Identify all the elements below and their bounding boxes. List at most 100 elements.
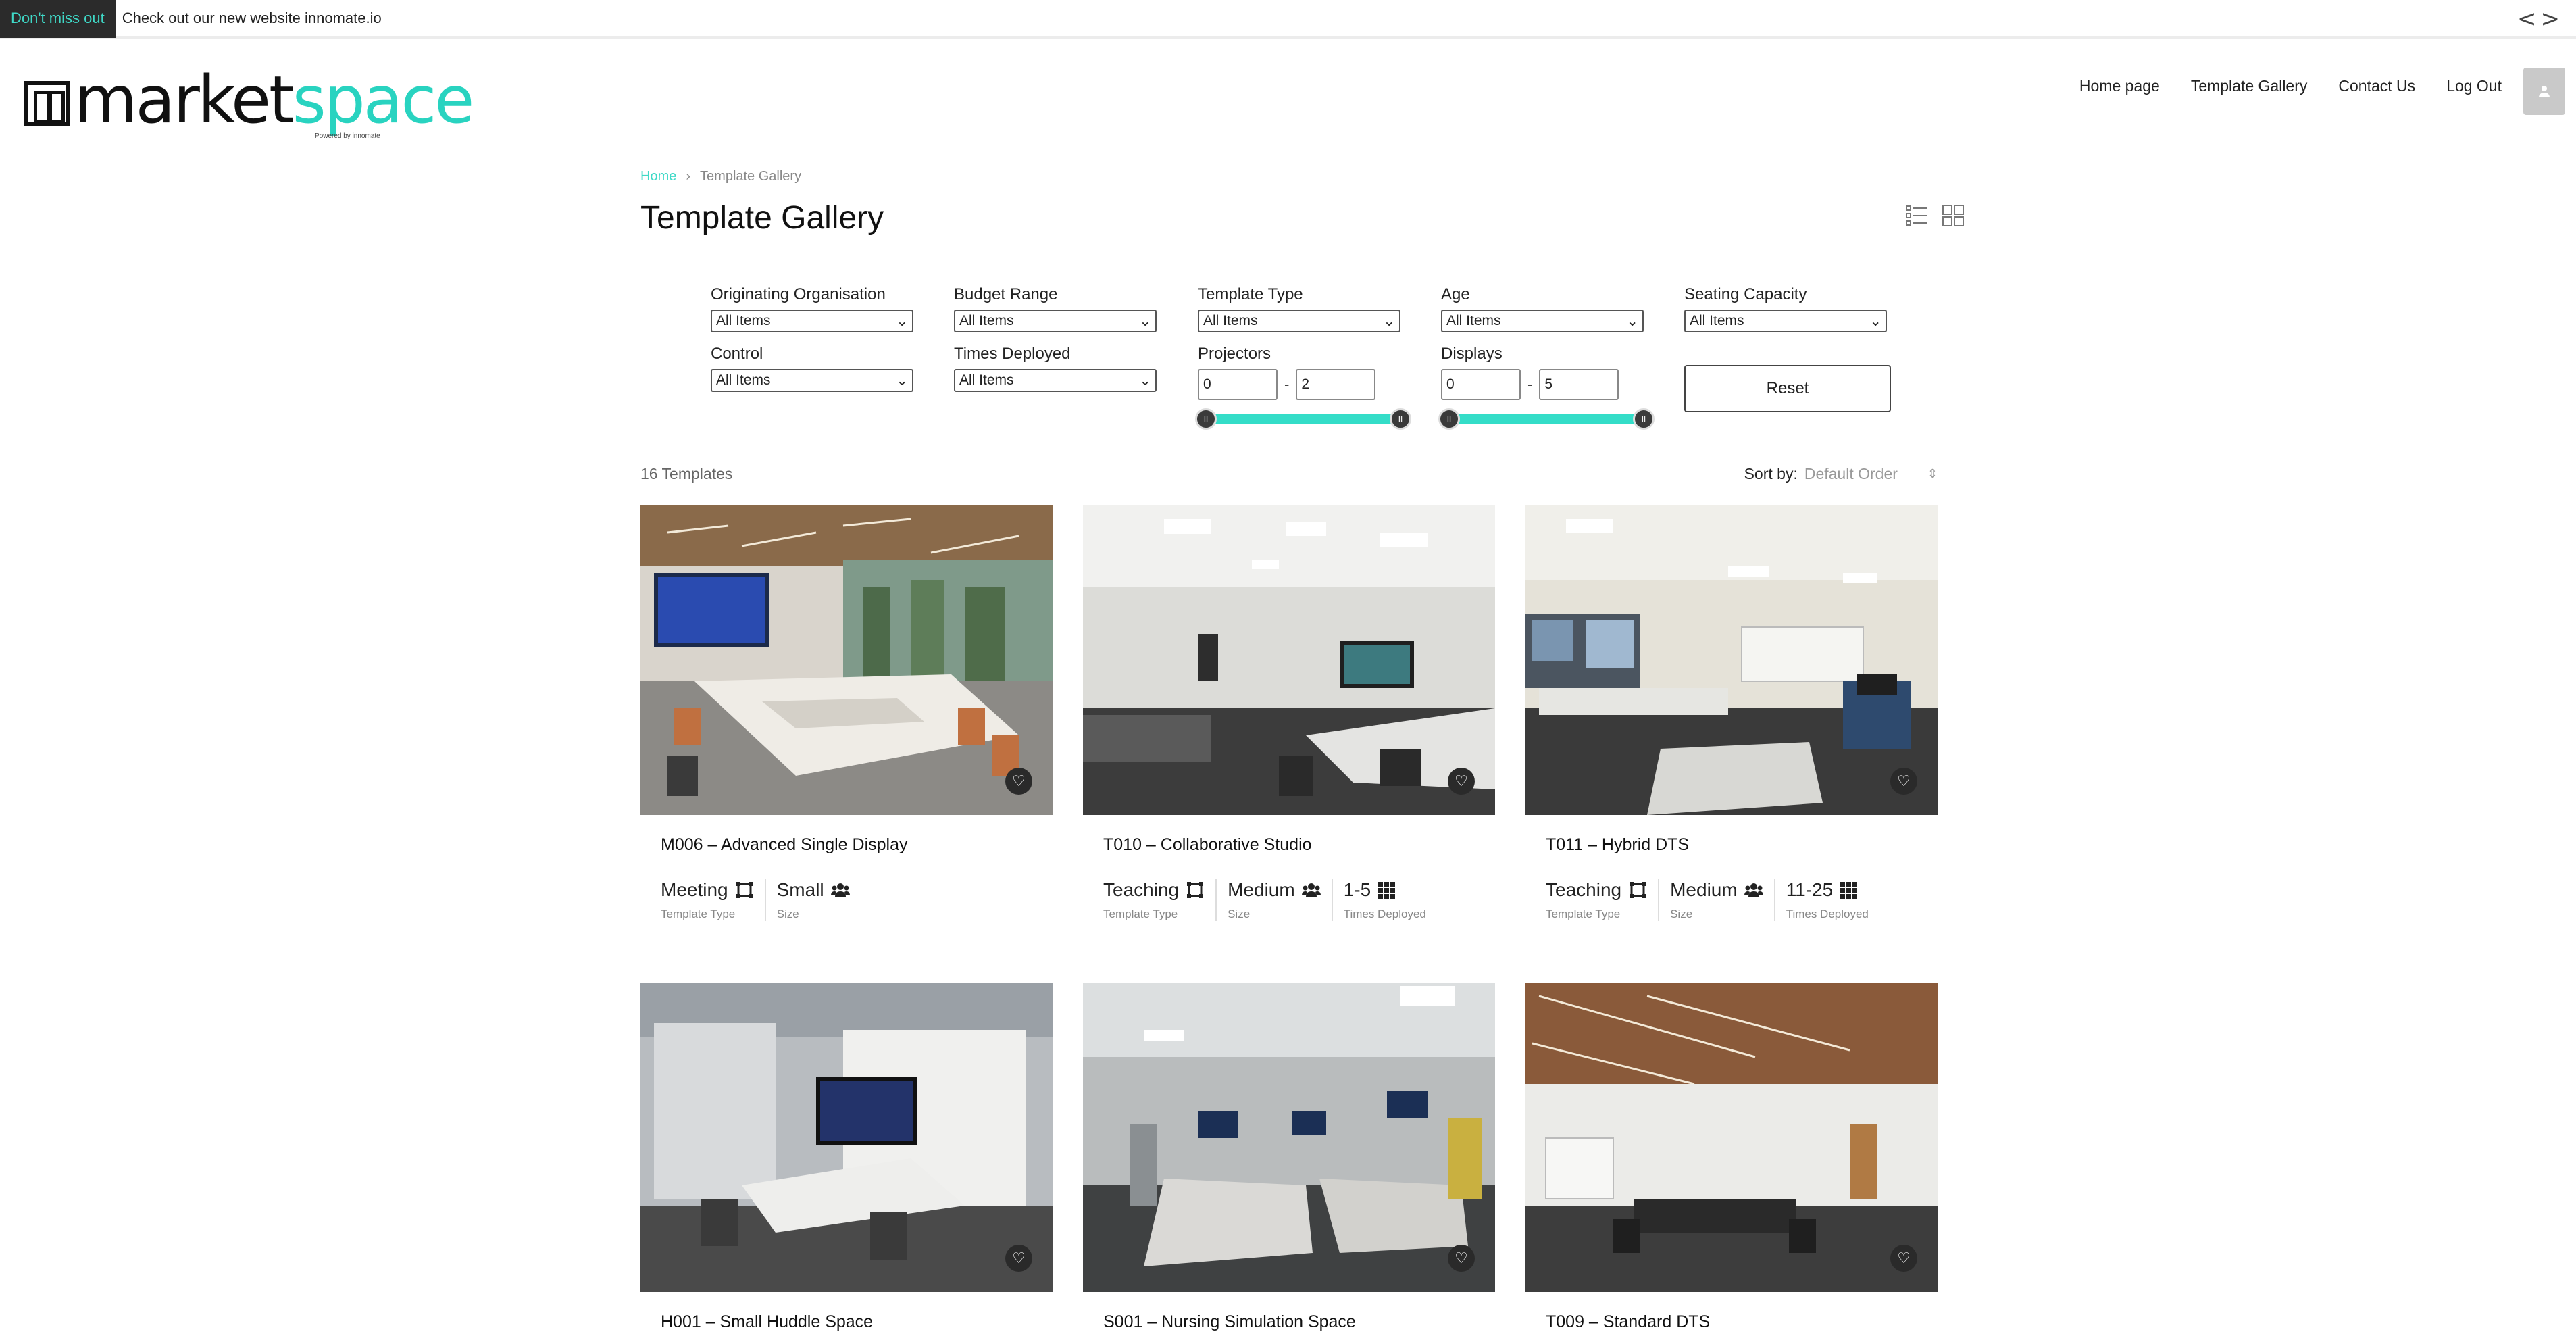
template-card[interactable]: ♡ T011 – Hybrid DTS Teaching Template Ty…	[1525, 505, 1938, 921]
filter-originating-organisation: Originating Organisation All Items ⌄	[711, 285, 927, 332]
slider-min-handle[interactable]: ll	[1195, 408, 1217, 430]
filter-label: Age	[1441, 285, 1470, 303]
template-card[interactable]: ♡ T010 – Collaborative Studio Teaching T…	[1083, 505, 1495, 921]
sort-control[interactable]: Sort by: Default Order ⇕	[1744, 465, 1938, 483]
projectors-slider[interactable]: ll ll	[1195, 408, 1411, 430]
filter-template-type: Template Type All Items ⌄	[1198, 285, 1414, 332]
slider-max-handle[interactable]: ll	[1390, 408, 1411, 430]
favorite-heart-icon[interactable]: ♡	[1005, 1245, 1032, 1272]
template-attributes: Meeting Template Type Small Size	[661, 879, 1053, 921]
nav-log-out[interactable]: Log Out	[2446, 77, 2502, 95]
times-deployed-value: 11-25	[1786, 879, 1834, 900]
template-type-icon	[736, 882, 753, 898]
chevron-down-icon: ⌄	[896, 313, 908, 329]
main-nav: Home page Template Gallery Contact Us Lo…	[2079, 77, 2502, 95]
template-type-label: Template Type	[1546, 908, 1621, 920]
logo-powered-by: Powered by innomate	[315, 132, 380, 140]
chevron-down-icon: ⌄	[1626, 313, 1638, 329]
template-attributes: Teaching Template Type Medium Size 11-25…	[1546, 879, 1938, 921]
seating-capacity-select[interactable]: All Items ⌄	[1684, 310, 1887, 332]
breadcrumb-separator-icon: ›	[686, 169, 691, 184]
template-card[interactable]: ♡ S001 – Nursing Simulation Space	[1083, 983, 1495, 1332]
people-icon	[1744, 883, 1763, 897]
slider-max-handle[interactable]: ll	[1633, 408, 1655, 430]
filter-displays: Displays 0 - 5 ll ll	[1438, 345, 1657, 430]
size-attr: Small Size	[777, 879, 861, 921]
template-photo[interactable]: ♡	[1525, 983, 1938, 1292]
template-photo[interactable]: ♡	[640, 505, 1053, 815]
template-type-select[interactable]: All Items ⌄	[1198, 310, 1400, 332]
favorite-heart-icon[interactable]: ♡	[1890, 1245, 1917, 1272]
site-logo[interactable]: marketspace Powered by innomate	[24, 62, 474, 140]
filter-seating-capacity: Seating Capacity All Items ⌄	[1684, 285, 1900, 332]
template-title[interactable]: T010 – Collaborative Studio	[1103, 835, 1495, 855]
displays-min-input[interactable]: 0	[1441, 369, 1521, 400]
size-value: Small	[776, 879, 824, 900]
classroom-image	[1083, 505, 1495, 815]
next-arrow-icon[interactable]: >	[2541, 5, 2565, 32]
results-bar: 16 Templates Sort by: Default Order ⇕	[640, 465, 1938, 485]
sort-value[interactable]: Default Order	[1804, 465, 1898, 483]
reset-button[interactable]: Reset	[1684, 365, 1891, 412]
breadcrumb-current: Template Gallery	[700, 169, 802, 184]
template-card[interactable]: ♡ T009 – Standard DTS	[1525, 983, 1938, 1332]
size-value: Medium	[1670, 879, 1738, 900]
template-title[interactable]: H001 – Small Huddle Space	[661, 1312, 1053, 1332]
favorite-heart-icon[interactable]: ♡	[1448, 1245, 1475, 1272]
announcement-bar: Don't miss out Check out our new website…	[0, 0, 2576, 39]
control-select[interactable]: All Items ⌄	[711, 369, 913, 392]
prev-arrow-icon[interactable]: <	[2517, 5, 2541, 32]
projectors-max-input[interactable]: 2	[1296, 369, 1376, 400]
budget-range-select[interactable]: All Items ⌄	[954, 310, 1157, 332]
favorite-heart-icon[interactable]: ♡	[1005, 768, 1032, 795]
nav-contact-us[interactable]: Contact Us	[2338, 77, 2415, 95]
filter-label: Projectors	[1198, 345, 1271, 363]
announcement-arrows: <>	[2517, 5, 2564, 32]
announcement-badge: Don't miss out	[0, 0, 116, 38]
age-select[interactable]: All Items ⌄	[1441, 310, 1644, 332]
nav-home[interactable]: Home page	[2079, 77, 2160, 95]
template-card[interactable]: ♡ M006 – Advanced Single Display Meeting…	[640, 505, 1053, 921]
displays-slider[interactable]: ll ll	[1438, 408, 1655, 430]
times-deployed-select[interactable]: All Items ⌄	[954, 369, 1157, 392]
template-title[interactable]: T009 – Standard DTS	[1546, 1312, 1938, 1332]
filter-budget-range: Budget Range All Items ⌄	[954, 285, 1170, 332]
template-card[interactable]: ♡ H001 – Small Huddle Space	[640, 983, 1053, 1332]
template-photo[interactable]: ♡	[1083, 505, 1495, 815]
breadcrumb-home[interactable]: Home	[640, 169, 676, 184]
range-dash: -	[1527, 376, 1533, 393]
list-view-icon[interactable]	[1905, 204, 1928, 227]
people-icon	[1301, 883, 1321, 897]
grid-view-icon[interactable]	[1942, 204, 1965, 227]
template-type-value: Teaching	[1546, 879, 1622, 900]
template-type-attr: Teaching Template Type	[1103, 879, 1217, 921]
displays-max-input[interactable]: 5	[1539, 369, 1619, 400]
site-header: marketspace Powered by innomate Home pag…	[0, 42, 2576, 143]
filter-label: Seating Capacity	[1684, 285, 1807, 303]
size-value: Medium	[1228, 879, 1295, 900]
template-photo[interactable]: ♡	[640, 983, 1053, 1292]
user-avatar[interactable]	[2523, 68, 2565, 115]
template-type-attr: Meeting Template Type	[661, 879, 766, 921]
filter-label: Originating Organisation	[711, 285, 886, 303]
nav-template-gallery[interactable]: Template Gallery	[2191, 77, 2308, 95]
slider-min-handle[interactable]: ll	[1438, 408, 1460, 430]
sort-label: Sort by:	[1744, 465, 1798, 483]
size-label: Size	[776, 908, 799, 920]
filter-times-deployed: Times Deployed All Items ⌄	[954, 345, 1170, 392]
template-photo[interactable]: ♡	[1083, 983, 1495, 1292]
grid-icon	[1378, 882, 1396, 899]
announcement-message[interactable]: Check out our new website innomate.io	[122, 9, 382, 27]
template-title[interactable]: T011 – Hybrid DTS	[1546, 835, 1938, 855]
logo-wordmark: marketspace	[74, 62, 474, 138]
template-title[interactable]: M006 – Advanced Single Display	[661, 835, 1053, 855]
originating-organisation-select[interactable]: All Items ⌄	[711, 310, 913, 332]
chevron-down-icon: ⌄	[896, 372, 908, 389]
projectors-min-input[interactable]: 0	[1198, 369, 1278, 400]
people-icon	[830, 883, 850, 897]
template-photo[interactable]: ♡	[1525, 505, 1938, 815]
favorite-heart-icon[interactable]: ♡	[1448, 768, 1475, 795]
favorite-heart-icon[interactable]: ♡	[1890, 768, 1917, 795]
filter-label: Control	[711, 345, 763, 363]
template-title[interactable]: S001 – Nursing Simulation Space	[1103, 1312, 1495, 1332]
